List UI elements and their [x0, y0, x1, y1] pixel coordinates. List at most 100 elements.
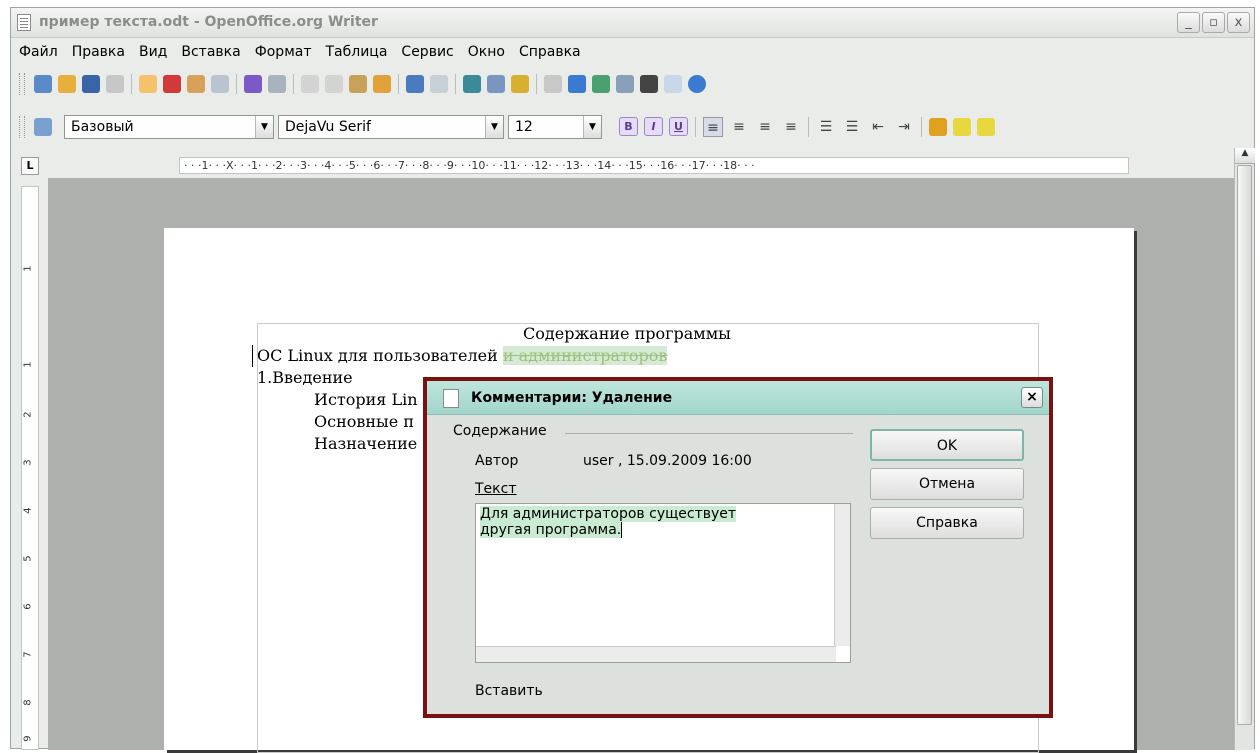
clone-formatting-icon[interactable] [373, 74, 391, 93]
zoom-icon[interactable] [664, 74, 682, 93]
toolbar-grip[interactable] [19, 72, 25, 95]
comment-dialog: Комментарии: Удаление × Содержание Автор… [423, 377, 1053, 718]
bold-icon[interactable]: B [619, 117, 638, 136]
help-button[interactable]: Справка [870, 507, 1024, 539]
menu-window[interactable]: Окно [468, 44, 505, 60]
vertical-ruler[interactable]: 1 1 2 3 4 5 6 7 8 9 [21, 186, 39, 750]
minimize-button[interactable]: _ [1177, 12, 1200, 33]
horizontal-ruler[interactable]: · · ·1· · ·X· · ·1· · ·2· · ·3· · ·4· · … [179, 157, 1129, 174]
pilcrow-icon[interactable] [640, 74, 658, 93]
insert-label: Вставить [475, 683, 543, 699]
menu-format[interactable]: Формат [255, 44, 312, 60]
font-name-combo[interactable]: DejaVu Serif ▼ [278, 114, 504, 139]
textarea-horizontal-scrollbar[interactable] [476, 646, 836, 662]
print-icon[interactable] [187, 74, 205, 93]
standard-toolbar [11, 67, 1254, 100]
contents-group-label: Содержание [453, 423, 551, 439]
table-icon[interactable] [487, 74, 505, 93]
styles-icon[interactable] [34, 117, 52, 136]
menu-view[interactable]: Вид [139, 44, 167, 60]
print-preview-icon[interactable] [211, 74, 229, 93]
document-icon [443, 389, 459, 408]
comment-textarea[interactable]: Для администраторов существует другая пр… [475, 503, 851, 663]
vertical-scrollbar[interactable]: ▲ [1234, 148, 1255, 750]
author-label: Автор [475, 453, 519, 469]
highlighting-icon[interactable] [953, 117, 971, 136]
redo-icon[interactable] [430, 74, 448, 93]
justify-icon[interactable]: ≡ [781, 117, 801, 137]
align-left-icon[interactable]: ≡ [703, 116, 723, 137]
dialog-title-bar[interactable]: Комментарии: Удаление × [427, 381, 1049, 415]
maximize-button[interactable]: ▫ [1202, 12, 1225, 33]
chevron-down-icon[interactable]: ▼ [583, 115, 601, 138]
document-heading[interactable]: Содержание программы [523, 323, 731, 345]
background-color-icon[interactable] [977, 117, 995, 136]
document-line-2[interactable]: 1.Введение [257, 367, 353, 389]
autospellcheck-icon[interactable] [268, 74, 286, 93]
undo-icon[interactable] [406, 74, 424, 93]
ok-button[interactable]: OK [870, 429, 1024, 461]
menu-edit[interactable]: Правка [72, 44, 125, 60]
font-size-combo[interactable]: 12 ▼ [508, 114, 602, 139]
edit-mode-icon[interactable] [139, 74, 157, 93]
title-bar[interactable]: пример текста.odt - OpenOffice.org Write… [11, 8, 1254, 38]
italic-icon[interactable]: I [644, 117, 663, 136]
save-icon[interactable] [82, 74, 100, 93]
scrollbar-thumb[interactable] [1237, 165, 1252, 725]
help-icon[interactable] [688, 74, 706, 93]
group-divider [565, 433, 853, 434]
menu-insert[interactable]: Вставка [181, 44, 240, 60]
dialog-title: Комментарии: Удаление [471, 390, 673, 406]
document-line-3[interactable]: История Lin [314, 389, 418, 411]
show-draw-functions-icon[interactable] [511, 74, 529, 93]
comment-text-line-2: другая программа. [480, 522, 622, 538]
align-center-icon[interactable]: ≡ [729, 117, 749, 137]
underline-icon[interactable]: U [669, 117, 688, 136]
dialog-body: Содержание Автор user , 15.09.2009 16:00… [427, 415, 1049, 714]
bullets-icon[interactable]: ☰ [842, 117, 862, 137]
decrease-indent-icon[interactable]: ⇤ [868, 117, 888, 137]
menu-help[interactable]: Справка [519, 44, 581, 60]
menu-tools[interactable]: Сервис [401, 44, 453, 60]
paragraph-style-combo[interactable]: Базовый ▼ [64, 114, 274, 139]
document-line-1[interactable]: ОС Linux для пользователей и администрат… [252, 345, 668, 367]
deleted-text-tracked-change[interactable]: и администраторов [502, 346, 668, 365]
align-right-icon[interactable]: ≡ [755, 117, 775, 137]
comment-text-line-1: Для администраторов существует [480, 506, 737, 522]
menu-file[interactable]: Файл [19, 44, 58, 60]
document-icon [17, 14, 31, 31]
window-title: пример текста.odt - OpenOffice.org Write… [39, 14, 378, 30]
navigator-icon[interactable] [568, 74, 586, 93]
formatting-toolbar: Базовый ▼ DejaVu Serif ▼ 12 ▼ B I U ≡ ≡ … [11, 110, 1254, 143]
copy-icon[interactable] [325, 74, 343, 93]
tab-stop-selector[interactable]: L [21, 157, 39, 175]
font-color-icon[interactable] [929, 117, 947, 136]
document-line-5[interactable]: Назначение [314, 433, 417, 455]
chevron-down-icon[interactable]: ▼ [485, 115, 503, 138]
export-pdf-icon[interactable] [163, 74, 181, 93]
email-icon[interactable] [106, 74, 124, 93]
hyperlink-icon[interactable] [463, 74, 481, 93]
scroll-up-icon[interactable]: ▲ [1235, 148, 1255, 164]
paste-icon[interactable] [349, 74, 367, 93]
menu-bar: Файл Правка Вид Вставка Формат Таблица С… [11, 39, 1254, 65]
numbering-icon[interactable]: ☰ [816, 117, 836, 137]
toolbar-grip[interactable] [19, 115, 25, 138]
gallery-icon[interactable] [592, 74, 610, 93]
chevron-down-icon[interactable]: ▼ [255, 115, 273, 138]
dialog-close-button[interactable]: × [1021, 387, 1043, 408]
author-value: user , 15.09.2009 16:00 [583, 453, 752, 469]
menu-table[interactable]: Таблица [326, 44, 388, 60]
close-button[interactable]: x [1227, 12, 1250, 33]
document-line-4[interactable]: Основные п [314, 411, 414, 433]
text-label: Текст [475, 481, 517, 497]
cut-icon[interactable] [301, 74, 319, 93]
textarea-vertical-scrollbar[interactable] [834, 504, 850, 646]
cancel-button[interactable]: Отмена [870, 468, 1024, 500]
data-sources-icon[interactable] [616, 74, 634, 93]
find-replace-icon[interactable] [544, 74, 562, 93]
open-folder-icon[interactable] [58, 74, 76, 93]
increase-indent-icon[interactable]: ⇥ [894, 117, 914, 137]
spellcheck-icon[interactable] [244, 74, 262, 93]
new-document-icon[interactable] [34, 74, 52, 93]
